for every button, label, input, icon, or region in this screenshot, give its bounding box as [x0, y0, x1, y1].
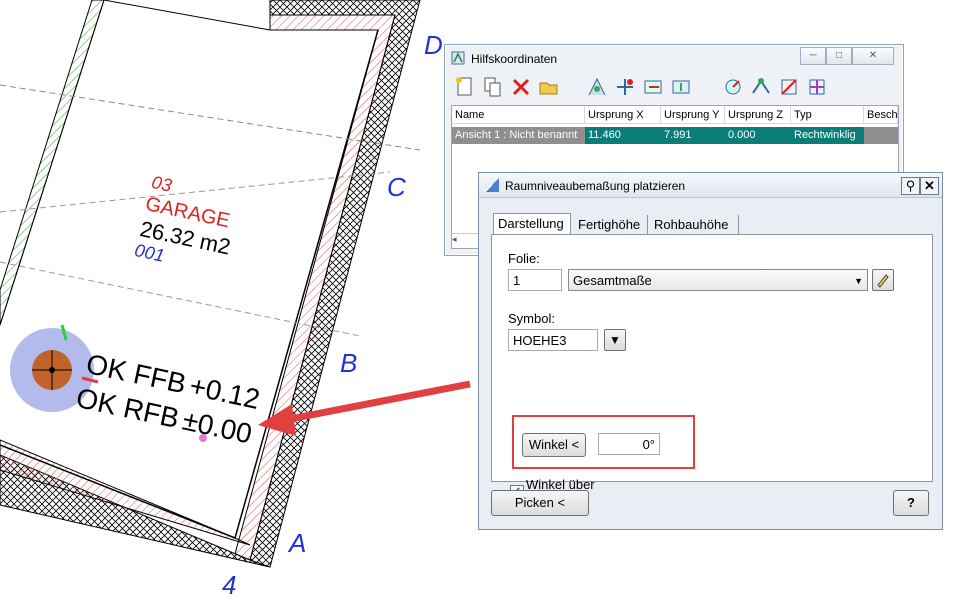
- cell-typ: Rechtwinklig: [791, 127, 864, 144]
- symbol-field[interactable]: HOEHE3: [508, 329, 598, 351]
- cell-beschr: [864, 127, 898, 144]
- folie-number-field[interactable]: 1: [508, 269, 562, 291]
- minimize-button[interactable]: ─: [800, 47, 826, 65]
- symbol-label: Symbol:: [508, 311, 555, 326]
- help-button[interactable]: ?: [893, 490, 929, 516]
- symbol-dropdown-button[interactable]: ▼: [604, 329, 626, 351]
- cell-ursprung-z: 0.000: [725, 127, 791, 144]
- dialog-titlebar[interactable]: Raumniveaubemaßung platzieren ⚲ ✕: [479, 173, 942, 198]
- tool4-icon[interactable]: [669, 75, 693, 99]
- cell-ursprung-y: 7.991: [661, 127, 725, 144]
- cell-name: Ansicht 1 : Nicht benannt: [452, 127, 585, 144]
- cell-ursprung-x: 11.460: [585, 127, 661, 144]
- new-icon[interactable]: [453, 75, 477, 99]
- axis-label-c: C: [387, 172, 406, 202]
- close-dialog-button[interactable]: ✕: [920, 177, 939, 195]
- tool6-icon[interactable]: [749, 75, 773, 99]
- tool5-icon[interactable]: [721, 75, 745, 99]
- open-icon[interactable]: [537, 75, 561, 99]
- dialog-app-icon: [484, 178, 499, 193]
- folie-select-value: Gesamtmaße: [573, 273, 652, 288]
- axis-label-b: B: [340, 348, 358, 378]
- tool3-icon[interactable]: [641, 75, 665, 99]
- pin-button[interactable]: ⚲: [901, 177, 920, 195]
- axis-label-a: A: [289, 528, 307, 558]
- winkel-button[interactable]: Winkel <: [522, 433, 586, 457]
- folie-label: Folie:: [508, 251, 540, 266]
- right-wall-outer: [249, 0, 421, 568]
- folie-select[interactable]: Gesamtmaße ▼: [568, 269, 868, 291]
- close-window-button[interactable]: ✕: [852, 47, 894, 65]
- axis-label-4: 4: [222, 570, 237, 600]
- tab-rohbauhoehe[interactable]: Rohbauhöhe: [650, 215, 739, 235]
- table-row[interactable]: Ansicht 1 : Nicht benannt 11.460 7.991 0…: [452, 106, 898, 146]
- hilfskoordinaten-app-icon: [451, 51, 465, 65]
- tool7-icon[interactable]: [777, 75, 801, 99]
- caret-down-icon: ▼: [609, 333, 621, 347]
- right-wall-hatch: [234, 14, 396, 561]
- delete-icon[interactable]: [509, 75, 533, 99]
- copy-icon[interactable]: [481, 75, 505, 99]
- tool8-icon[interactable]: [805, 75, 829, 99]
- chevron-down-icon: ▼: [854, 276, 863, 286]
- maximize-button[interactable]: □: [826, 47, 852, 65]
- winkel-field[interactable]: 0°: [598, 433, 660, 455]
- darstellung-panel: Folie: 1 Gesamtmaße ▼ Symbol: HOEHE3 ▼ W…: [491, 234, 933, 508]
- tab-darstellung[interactable]: Darstellung: [493, 213, 571, 235]
- hilfskoordinaten-title: Hilfskoordinaten: [471, 52, 558, 66]
- axis-label-d: D: [424, 30, 443, 60]
- picken-button[interactable]: Picken <: [491, 490, 589, 516]
- tool2-icon[interactable]: [613, 75, 637, 99]
- raumniveau-dialog[interactable]: Raumniveaubemaßung platzieren ⚲ ✕ Darste…: [478, 172, 943, 530]
- dialog-title: Raumniveaubemaßung platzieren: [505, 179, 686, 193]
- tab-fertighoehe[interactable]: Fertighöhe: [574, 215, 648, 235]
- pencil-icon: [877, 274, 889, 288]
- tool1-icon[interactable]: [585, 75, 609, 99]
- room-number: 03: [149, 172, 174, 196]
- edit-pencil-button[interactable]: [872, 269, 894, 291]
- room-boundary: [103, 0, 271, 31]
